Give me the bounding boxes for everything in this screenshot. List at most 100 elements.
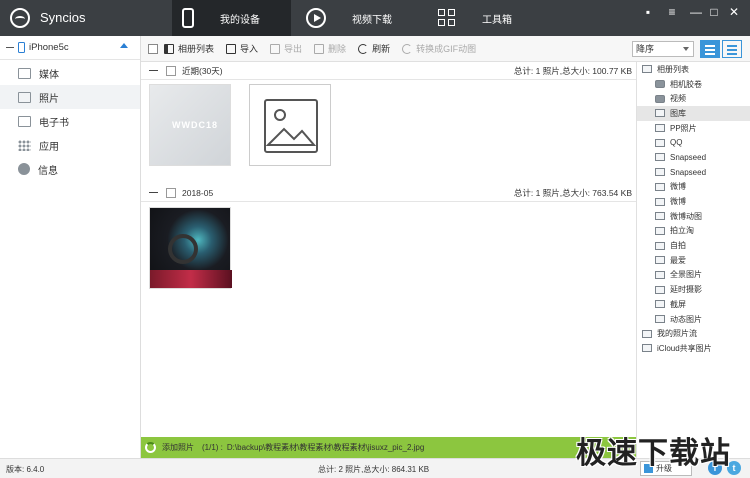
convert-icon [402,43,413,54]
album-item[interactable]: 微博 [637,194,750,209]
collapse-icon[interactable] [149,70,158,71]
sidebar-item-label: 信息 [38,165,58,177]
album-icon [655,300,665,309]
album-icon [655,138,665,147]
album-item[interactable]: 动态图片 [637,312,750,327]
album-icon [655,124,665,133]
album-item[interactable]: QQ [637,135,750,150]
album-icon [655,270,665,279]
photo-thumbnail[interactable] [149,207,232,289]
export-button[interactable]: 导出 [270,42,302,55]
group-summary: 总计: 1 照片,总大小: 763.54 KB [513,187,632,198]
album-item[interactable]: iCloud共享图片 [637,341,750,356]
sidebar-item-apps[interactable]: 应用 [0,133,140,157]
album-label: 微博 [670,197,686,207]
album-item[interactable]: 相机胶卷 [637,77,750,92]
album-label: iCloud共享图片 [657,343,712,353]
minimize-button[interactable]: — [688,4,704,20]
video-icon [655,94,665,103]
maximize-button[interactable]: □ [706,4,722,20]
album-item[interactable]: 我的照片流 [637,326,750,341]
group-checkbox[interactable] [166,187,176,198]
group-title: 2018-05 [182,187,214,198]
album-icon [655,226,665,235]
tab-toolbox[interactable]: 工具箱 [438,0,548,36]
album-item[interactable]: 截屏 [637,297,750,312]
album-item[interactable]: Snapseed [637,150,750,165]
select-all-checkbox[interactable] [148,43,158,54]
album-item[interactable]: 拍立淘 [637,224,750,239]
photo-thumbnail[interactable]: WWDC18 [149,84,231,166]
album-label: 延时摄影 [670,285,702,295]
album-icon [655,182,665,191]
album-label: 图库 [670,108,686,118]
album-item[interactable]: 图库 [637,106,750,121]
eject-icon[interactable] [120,43,128,48]
album-item[interactable]: PP照片 [637,121,750,136]
album-label: 视频 [670,94,686,104]
group-header-recent: 近期(30天) 总计: 1 照片,总大小: 100.77 KB [141,62,636,80]
menu-icon[interactable]: ≡ [664,4,680,20]
album-icon [655,168,665,177]
sidebar: iPhone5c 媒体 照片 电子书 应用 信息 [0,36,141,458]
album-label: 全景图片 [670,270,702,280]
album-icon [642,65,652,74]
album-icon [655,241,665,250]
delete-button[interactable]: 删除 [314,42,346,55]
import-icon [226,43,237,54]
album-item[interactable]: 微博 [637,180,750,195]
album-item[interactable]: 微博动图 [637,209,750,224]
add-path: D:\backup\教程素材\教程素材\教程素材\jisuxz_pic_2.jp… [226,443,425,452]
album-item[interactable]: 自拍 [637,238,750,253]
album-label: 我的照片流 [657,329,697,339]
album-label: PP照片 [670,123,697,133]
refresh-button[interactable]: 刷新 [358,42,390,55]
tab-label: 工具箱 [482,14,512,26]
back-arrow-icon [164,43,174,54]
sidebar-item-photos[interactable]: 照片 [0,85,140,109]
tab-my-device[interactable]: 我的设备 [172,0,291,36]
watermark-text: 极速下载站 [576,436,731,471]
car-seat-shape [150,270,232,288]
sidebar-item-label: 电子书 [39,117,69,129]
refresh-label: 刷新 [372,44,391,54]
album-item[interactable]: 全景图片 [637,268,750,283]
tab-video-download[interactable]: 视频下载 [306,0,416,36]
album-item[interactable]: 最爱 [637,253,750,268]
sidebar-item-ebooks[interactable]: 电子书 [0,109,140,133]
play-icon [306,8,326,28]
photo-thumbnail[interactable] [249,84,331,166]
sidebar-item-media[interactable]: 媒体 [0,61,140,85]
sort-order-select[interactable]: 降序 [632,41,694,57]
group-summary: 总计: 1 照片,总大小: 100.77 KB [513,65,632,76]
collapse-icon[interactable] [6,47,14,48]
syncios-logo-icon [10,8,30,28]
list-view-button[interactable] [700,40,720,58]
app-title: Syncios [40,10,86,25]
album-icon [655,197,665,206]
album-item[interactable]: 视频 [637,91,750,106]
collapse-icon[interactable] [149,192,158,193]
album-item[interactable]: 延时摄影 [637,282,750,297]
camera-icon [655,80,665,89]
car-wheel-shape [168,234,198,264]
album-panel: 相册列表 相机胶卷 视频 图库 PP照片 QQ Snapseed Snapsee… [636,62,750,458]
total-summary: 总计: 2 照片,总大小: 864.31 KB [318,465,430,474]
feedback-icon[interactable]: ▪ [640,4,656,20]
close-button[interactable]: ✕ [726,4,742,20]
album-list-button[interactable]: 相册列表 [164,42,214,55]
album-item[interactable]: 相册列表 [637,62,750,77]
tab-label: 视频下载 [352,14,392,26]
album-item[interactable]: Snapseed [637,165,750,180]
grid-view-button[interactable] [722,40,742,58]
device-row[interactable]: iPhone5c [0,36,140,60]
import-label: 导入 [240,44,259,54]
info-icon [18,163,30,175]
group-checkbox[interactable] [166,65,176,76]
convert-gif-button[interactable]: 转换成GIF动图 [402,42,476,55]
group-header-2018-05: 2018-05 总计: 1 照片,总大小: 763.54 KB [141,184,636,202]
device-phone-icon [18,42,25,53]
sidebar-item-messages[interactable]: 信息 [0,157,140,181]
add-label: 添加照片 [162,443,194,452]
import-button[interactable]: 导入 [226,42,258,55]
